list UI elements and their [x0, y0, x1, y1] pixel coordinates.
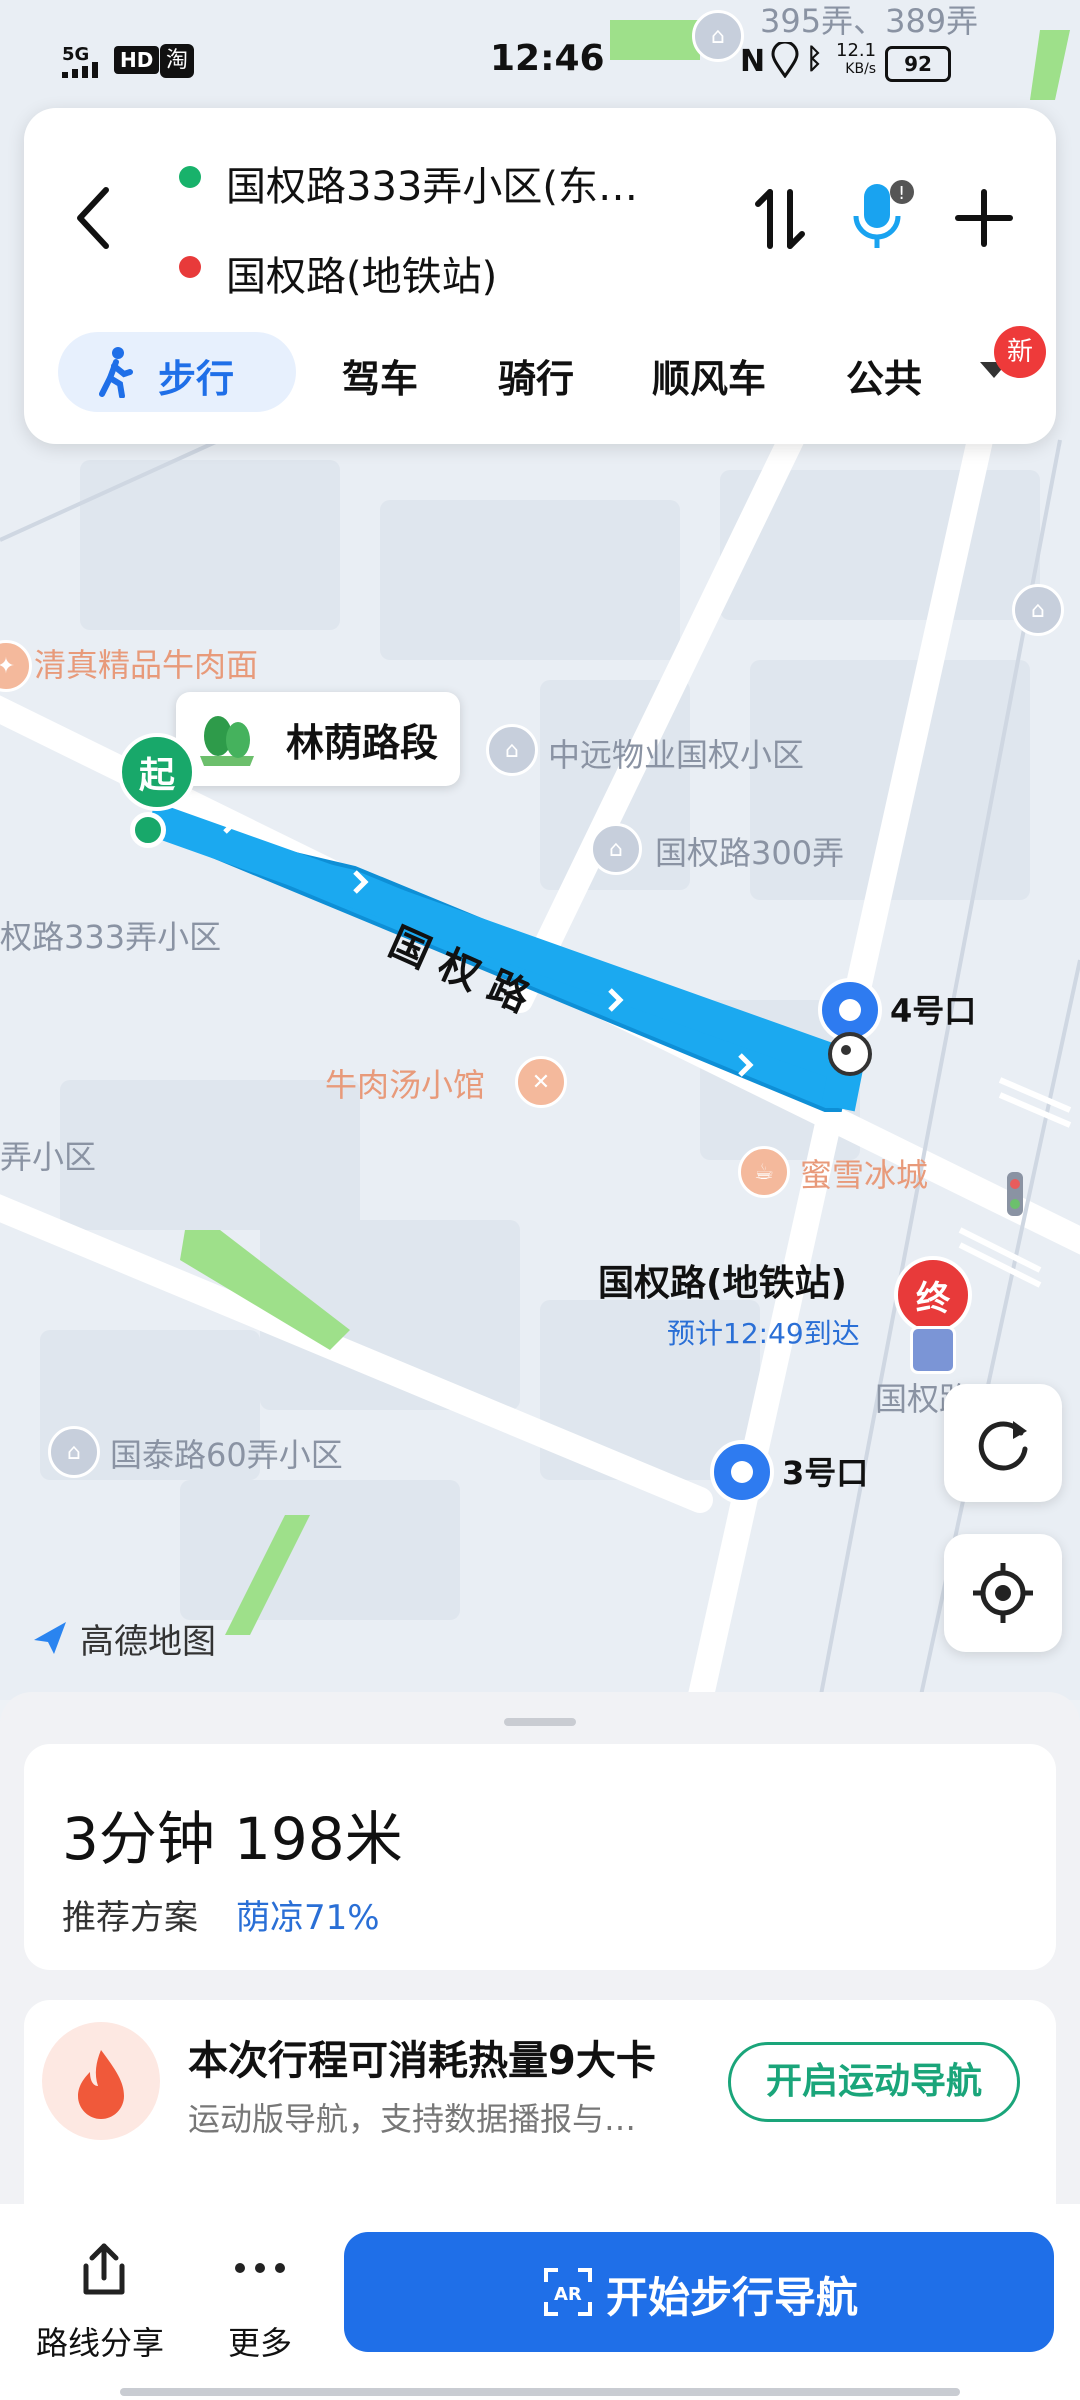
network-speed-unit: KB/s — [845, 61, 877, 77]
end-marker[interactable]: 终 — [894, 1256, 972, 1334]
tree-icon — [196, 706, 258, 768]
tab-walk[interactable]: 步行 — [58, 332, 296, 412]
microphone-icon: ! — [853, 180, 914, 248]
tab-drive[interactable]: 驾车 — [342, 348, 418, 403]
map-label-mixue[interactable]: 蜜雪冰城 — [800, 1150, 928, 1196]
network-speed: 12.1 KB/s — [836, 42, 876, 78]
metro-station-icon — [910, 1326, 956, 1374]
exit-4-label[interactable]: 4号口 — [890, 986, 976, 1032]
refresh-icon — [978, 1421, 1028, 1471]
origin-field[interactable]: 国权路333弄小区(东… — [226, 154, 638, 212]
map-label-guoquan300[interactable]: 国权路300弄 — [655, 828, 844, 874]
ellipsis-icon — [235, 2263, 285, 2273]
share-icon — [83, 2243, 125, 2295]
crosshair-icon — [973, 1563, 1033, 1623]
locate-me-button[interactable] — [944, 1534, 1062, 1652]
signal-icon — [62, 62, 108, 78]
fire-icon — [42, 2022, 160, 2140]
destination-field[interactable]: 国权路(地铁站) — [226, 244, 497, 302]
network-speed-value: 12.1 — [836, 40, 877, 61]
tab-transit[interactable]: 公共 — [846, 348, 954, 403]
destination-dot-icon — [179, 256, 201, 278]
eta-label: 预计12:49到达 — [667, 1317, 860, 1350]
start-navigation-label: 开始步行导航 — [606, 2273, 859, 2322]
hd-badge: HD — [114, 46, 160, 74]
route-end-point-icon — [828, 1032, 872, 1076]
cafe-poi-icon: ☕ — [738, 1146, 790, 1198]
share-route-button[interactable]: 路线分享 — [30, 2238, 180, 2368]
start-marker[interactable]: 起 — [118, 733, 196, 811]
swap-route-button[interactable] — [750, 184, 810, 254]
residential-poi-icon: ⌂ — [48, 1426, 100, 1478]
gesture-bar — [120, 2388, 960, 2396]
origin-dot-icon — [179, 166, 201, 188]
map-label-halal[interactable]: 清真精品牛肉面 — [34, 640, 258, 686]
new-badge: 新 — [994, 326, 1046, 378]
clock: 12:46 — [490, 38, 605, 79]
battery-indicator: 92 — [885, 46, 951, 82]
shade-segment-label: 林荫路段 — [286, 721, 439, 765]
map-label-beef-soup[interactable]: 牛肉汤小馆 — [325, 1060, 485, 1106]
residential-poi-icon: ⌂ — [486, 724, 538, 776]
map-label-left-lane: 弄小区 — [0, 1138, 97, 1176]
shade-ratio: 荫凉71% — [236, 1898, 380, 1938]
map-label-zhongyuan[interactable]: 中远物业国权小区 — [548, 730, 804, 776]
location-icon — [770, 40, 800, 79]
walking-person-icon — [94, 346, 134, 399]
status-bar: 5G HD 淘 12:46 N ᛒ 12.1 KB/s 92 — [0, 0, 1080, 110]
tab-walk-label: 步行 — [158, 357, 235, 401]
add-waypoint-button[interactable] — [954, 188, 1014, 248]
swap-arrows-icon — [755, 189, 805, 249]
route-planner-card: 国权路333弄小区(东… 国权路(地铁站) ! 步行 驾车 骑行 顺风车 公共 … — [24, 108, 1056, 444]
voice-input-button[interactable]: ! — [848, 178, 918, 258]
restaurant-poi-icon: ✕ — [515, 1056, 567, 1108]
start-point-dot — [130, 812, 166, 848]
shade-segment-callout[interactable]: 林荫路段 — [176, 692, 460, 786]
refresh-button[interactable] — [944, 1384, 1062, 1502]
calorie-title: 本次行程可消耗热量9大卡 — [188, 2038, 656, 2084]
amap-logo-icon — [30, 1618, 70, 1658]
duration: 3分钟 — [62, 1805, 215, 1873]
residential-poi-icon: ⌂ — [590, 823, 642, 875]
destination-station-name[interactable]: 国权路(地铁站) — [598, 1254, 847, 1306]
map-label-guoquan333[interactable]: 权路333弄小区 — [0, 912, 221, 958]
amap-logo-text: 高德地图 — [80, 1622, 216, 1662]
share-route-label: 路线分享 — [36, 2324, 165, 2362]
map-label-guotai60[interactable]: 国泰路60弄小区 — [110, 1430, 343, 1476]
tab-ride[interactable]: 骑行 — [498, 348, 574, 403]
back-arrow-icon — [77, 187, 109, 249]
tab-carpool[interactable]: 顺风车 — [652, 348, 766, 403]
exit-marker-icon[interactable] — [710, 1440, 774, 1504]
back-button[interactable] — [64, 178, 124, 258]
sheet-drag-handle[interactable] — [504, 1718, 576, 1726]
more-button[interactable]: 更多 — [214, 2238, 314, 2368]
residential-poi-icon: ⌂ — [1012, 584, 1064, 636]
svg-text:AR: AR — [554, 2284, 582, 2305]
bluetooth-icon: ᛒ — [806, 42, 823, 75]
more-label: 更多 — [228, 2324, 293, 2362]
nfc-icon: N — [740, 44, 766, 79]
route-summary-card[interactable]: 3分钟 198米 推荐方案 荫凉71% — [24, 1744, 1056, 1970]
exit-3-label[interactable]: 3号口 — [782, 1448, 868, 1494]
ar-icon: AR — [544, 2268, 592, 2316]
distance: 198米 — [234, 1805, 403, 1873]
plus-icon — [955, 189, 1013, 247]
svg-text:!: ! — [898, 183, 905, 204]
start-walking-navigation-button[interactable]: AR 开始步行导航 — [344, 2232, 1054, 2352]
sport-navigation-button[interactable]: 开启运动导航 — [728, 2042, 1020, 2122]
calorie-subtitle: 运动版导航，支持数据播报与… — [188, 2100, 637, 2138]
taobao-app-icon: 淘 — [160, 44, 194, 78]
recommend-label: 推荐方案 — [62, 1898, 198, 1938]
bottom-action-bar: 路线分享 更多 AR 开始步行导航 — [0, 2204, 1080, 2400]
